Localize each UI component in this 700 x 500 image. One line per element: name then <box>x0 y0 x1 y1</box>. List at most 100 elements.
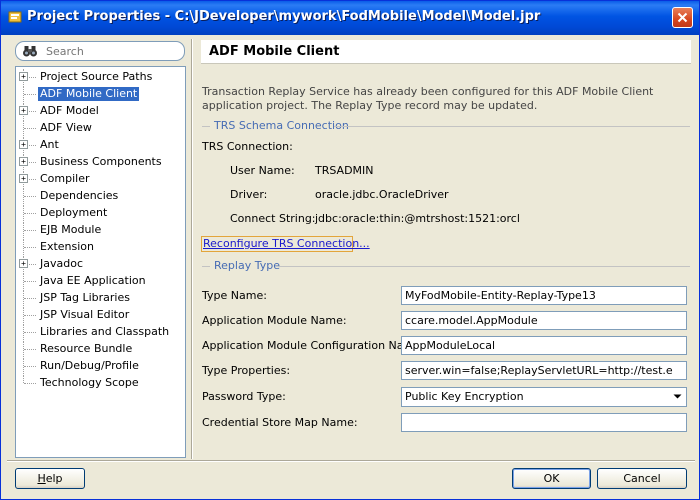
expand-icon[interactable]: + <box>19 106 28 115</box>
tree-item[interactable]: + Business Components <box>16 154 185 170</box>
app-module-config-label: Application Module Configuration Name: <box>202 339 425 352</box>
password-type-select[interactable]: Public Key Encryption <box>401 387 687 407</box>
panel-divider[interactable] <box>191 39 193 459</box>
replay-section-label: Replay Type <box>214 259 280 272</box>
tree-item[interactable]: Java EE Application <box>16 273 185 289</box>
tree-item[interactable]: Dependencies <box>16 188 185 204</box>
tree-connector <box>23 375 24 383</box>
tree-connector <box>24 196 36 197</box>
tree-item-label[interactable]: Resource Bundle <box>38 342 134 356</box>
help-button[interactable]: Help <box>15 468 85 489</box>
tree-connector <box>24 128 36 129</box>
tree-item-label[interactable]: EJB Module <box>38 223 103 237</box>
tree-item-label[interactable]: Compiler <box>38 172 92 186</box>
tree-item[interactable]: JSP Visual Editor <box>16 307 185 323</box>
tree-connector <box>24 230 36 231</box>
close-icon <box>677 12 688 23</box>
type-name-field[interactable]: MyFodMobile-Entity-Replay-Type13 <box>401 286 687 305</box>
binoculars-icon <box>23 46 37 57</box>
credential-store-label: Credential Store Map Name: <box>202 416 358 429</box>
ok-button[interactable]: OK <box>512 468 591 489</box>
type-properties-field[interactable]: server.win=false;ReplayServletURL=http:/… <box>401 361 687 380</box>
tree-item[interactable]: Deployment <box>16 205 185 221</box>
reconfigure-trs-link-text[interactable]: Reconfigure TRS Connection... <box>203 237 370 250</box>
tree-item[interactable]: + Compiler <box>16 171 185 187</box>
tree-connector <box>24 315 36 316</box>
close-button[interactable] <box>672 7 693 28</box>
tree-item[interactable]: + ADF Model <box>16 103 185 119</box>
reconfigure-trs-link[interactable]: Reconfigure TRS Connection... <box>201 236 370 252</box>
tree-item-label[interactable]: ADF View <box>38 121 94 135</box>
tree-item-label[interactable]: Libraries and Classpath <box>38 325 171 339</box>
driver-value: oracle.jdbc.OracleDriver <box>315 188 449 201</box>
expand-icon[interactable]: + <box>19 72 28 81</box>
search-input[interactable] <box>46 44 176 58</box>
tree-item-label[interactable]: Ant <box>38 138 61 152</box>
tree-item-label[interactable]: Project Source Paths <box>38 70 154 84</box>
tree-item-label[interactable]: ADF Mobile Client <box>38 87 140 101</box>
jdeveloper-icon <box>8 11 22 23</box>
tree-item-label[interactable]: Javadoc <box>38 257 85 271</box>
tree-item-label[interactable]: Technology Scope <box>38 376 141 390</box>
type-properties-label: Type Properties: <box>202 364 291 377</box>
ok-button-label: OK <box>543 472 560 485</box>
tree-item-label[interactable]: Business Components <box>38 155 164 169</box>
title-bar[interactable]: Project Properties - C:\JDeveloper\mywor… <box>1 1 699 35</box>
tree-item-label[interactable]: ADF Model <box>38 104 101 118</box>
cancel-button-label: Cancel <box>623 472 661 485</box>
tree-item[interactable]: Resource Bundle <box>16 341 185 357</box>
tree-item-label[interactable]: Deployment <box>38 206 109 220</box>
search-box[interactable] <box>15 41 185 61</box>
panel-title: ADF Mobile Client <box>209 44 340 59</box>
connect-string-value: jdbc:oracle:thin:@mtrshost:1521:orcl <box>315 212 520 225</box>
tree-item[interactable]: ADF Mobile Client <box>16 86 185 102</box>
app-module-name-label: Application Module Name: <box>202 314 347 327</box>
expand-icon[interactable]: + <box>19 157 28 166</box>
tree-connector <box>24 383 36 384</box>
tree-connector <box>24 281 36 282</box>
app-module-name-field[interactable]: ccare.model.AppModule <box>401 311 687 330</box>
help-button-label: Help <box>37 472 63 485</box>
password-type-value: Public Key Encryption <box>405 390 524 403</box>
tree-item-label[interactable]: Dependencies <box>38 189 120 203</box>
expand-icon[interactable]: + <box>19 140 28 149</box>
cancel-button[interactable]: Cancel <box>597 468 687 489</box>
tree-connector <box>24 298 36 299</box>
chevron-down-icon[interactable] <box>670 389 685 404</box>
driver-label: Driver: <box>230 188 268 201</box>
credential-store-field[interactable] <box>401 413 687 432</box>
tree-item[interactable]: Run/Debug/Profile <box>16 358 185 374</box>
trs-connection-label: TRS Connection: <box>202 140 293 153</box>
expand-icon[interactable]: + <box>19 174 28 183</box>
expand-icon[interactable]: + <box>19 259 28 268</box>
tree-item[interactable]: Technology Scope <box>16 375 185 391</box>
connect-string-label: Connect String: <box>230 212 316 225</box>
tree-item-label[interactable]: JSP Visual Editor <box>38 308 131 322</box>
tree-item[interactable]: + Javadoc <box>16 256 185 272</box>
tree-item[interactable]: Libraries and Classpath <box>16 324 185 340</box>
tree-item[interactable]: JSP Tag Libraries <box>16 290 185 306</box>
tree-connector <box>24 349 36 350</box>
tree-item-label[interactable]: Run/Debug/Profile <box>38 359 141 373</box>
footer-divider <box>7 460 695 462</box>
tree-item-label[interactable]: Java EE Application <box>38 274 148 288</box>
tree-item[interactable]: + Ant <box>16 137 185 153</box>
tree-item-label[interactable]: JSP Tag Libraries <box>38 291 132 305</box>
tree-item[interactable]: + Project Source Paths <box>16 69 185 85</box>
description-text: Transaction Replay Service has already b… <box>202 85 654 112</box>
tree-connector <box>24 247 36 248</box>
tree-connector <box>24 332 36 333</box>
password-type-label: Password Type: <box>202 390 286 403</box>
user-name-label: User Name: <box>230 164 295 177</box>
tree-connector <box>24 94 36 95</box>
trs-section-label: TRS Schema Connection <box>214 119 349 132</box>
tree-item[interactable]: ADF View <box>16 120 185 136</box>
category-tree[interactable]: + Project Source Paths ADF Mobile Client + A… <box>15 66 186 458</box>
tree-connector <box>24 213 36 214</box>
tree-item[interactable]: EJB Module <box>16 222 185 238</box>
app-module-config-field[interactable]: AppModuleLocal <box>401 336 687 355</box>
tree-item[interactable]: Extension <box>16 239 185 255</box>
project-properties-dialog: Project Properties - C:\JDeveloper\mywor… <box>0 0 700 500</box>
tree-item-label[interactable]: Extension <box>38 240 96 254</box>
tree-connector <box>24 366 36 367</box>
